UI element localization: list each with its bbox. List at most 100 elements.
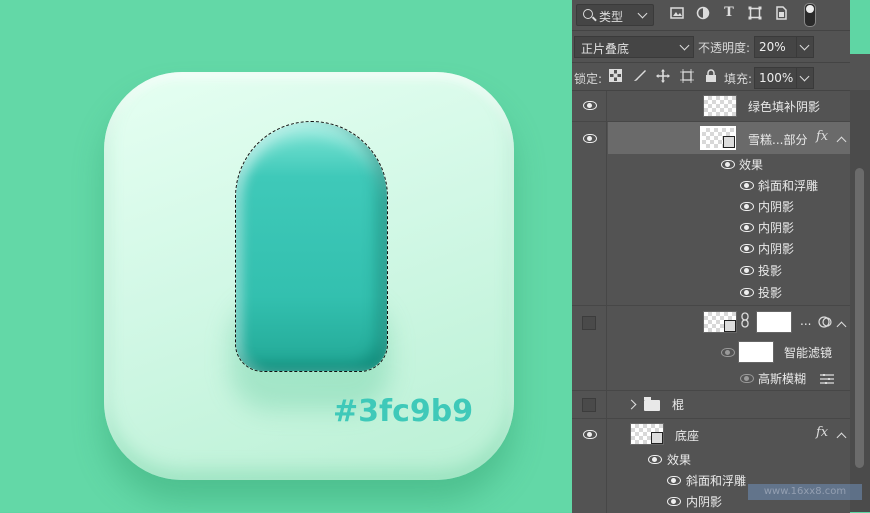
eye-icon[interactable]	[667, 476, 681, 485]
eye-icon[interactable]	[740, 374, 754, 383]
filter-blending-options-icon[interactable]	[820, 373, 834, 387]
effect-name: 投影	[758, 286, 783, 300]
document-canvas[interactable]: #3fc9b9	[0, 0, 572, 512]
effect-name: 投影	[758, 264, 783, 278]
opacity-label: 不透明度:	[698, 41, 751, 55]
layer-row[interactable]: 雪糕...部分 fx	[572, 122, 850, 154]
layers-scrollbar[interactable]	[850, 90, 870, 512]
layer-row[interactable]: 底座 fx	[572, 419, 850, 449]
chevron-down-icon	[799, 40, 810, 51]
lock-artboard-icon[interactable]	[680, 69, 694, 83]
smart-filter-label: 智能滤镜	[784, 346, 833, 360]
effect-row[interactable]: 斜面和浮雕	[572, 175, 850, 195]
effect-name: 斜面和浮雕	[686, 474, 747, 488]
effect-row[interactable]: 投影	[572, 260, 850, 280]
layer-filter-bar: 类型 T	[572, 0, 850, 30]
eye-icon[interactable]	[721, 160, 735, 169]
layer-name: 底座	[675, 429, 700, 443]
eye-icon[interactable]	[740, 202, 754, 211]
effects-label: 效果	[739, 158, 764, 172]
filter-mask-thumbnail[interactable]	[738, 341, 774, 363]
layers-panel: 类型 T 正片叠底 不透明度: 20% 锁定: 填充: 100% 绿色填补阴影 …	[572, 0, 870, 513]
lock-brush-icon[interactable]	[632, 69, 646, 83]
layer-name: 绿色填补阴影	[748, 100, 821, 114]
layer-thumbnail	[703, 95, 737, 117]
opacity-input[interactable]: 20%	[754, 36, 798, 58]
fx-icon[interactable]: fx	[816, 129, 828, 144]
collapse-effects-icon[interactable]	[836, 432, 847, 443]
watermark: www.16xx8.com	[748, 484, 862, 500]
effect-name: 内阴影	[686, 495, 723, 509]
layer-mask-thumbnail[interactable]	[756, 311, 792, 333]
folder-icon	[644, 397, 660, 411]
visibility-toggle[interactable]	[582, 316, 596, 330]
effect-row[interactable]: 内阴影	[572, 238, 850, 258]
lock-all-icon[interactable]	[704, 69, 718, 83]
eye-icon[interactable]	[740, 244, 754, 253]
effect-row[interactable]: 投影	[572, 282, 850, 302]
eye-icon[interactable]	[667, 497, 681, 506]
fill-label: 填充:	[724, 72, 753, 86]
chevron-down-icon	[679, 40, 690, 51]
eye-icon[interactable]	[740, 288, 754, 297]
eye-icon[interactable]	[740, 266, 754, 275]
opacity-dropdown-button[interactable]	[796, 36, 814, 58]
eye-icon[interactable]	[740, 223, 754, 232]
smart-filter-row[interactable]: 智能滤镜	[572, 339, 850, 365]
shape-filter-icon[interactable]	[748, 6, 762, 20]
filter-kind-select[interactable]: 类型	[576, 4, 654, 26]
effects-row[interactable]: 效果	[572, 154, 850, 174]
lock-move-icon[interactable]	[656, 69, 670, 83]
type-filter-icon[interactable]: T	[722, 6, 736, 20]
effect-name: 内阴影	[758, 221, 795, 235]
visibility-toggle[interactable]	[582, 398, 596, 412]
eye-icon[interactable]	[721, 348, 735, 357]
fill-dropdown-button[interactable]	[796, 67, 814, 89]
chevron-right-icon[interactable]	[626, 399, 637, 410]
layer-row[interactable]: ...	[572, 306, 850, 338]
filter-row[interactable]: 高斯模糊	[572, 367, 850, 389]
search-icon	[583, 9, 593, 19]
lock-label: 锁定:	[574, 72, 603, 86]
smartobject-badge-icon	[724, 320, 736, 332]
lock-bar: 锁定: 填充: 100%	[572, 62, 850, 91]
link-icon[interactable]	[741, 312, 749, 332]
collapse-filters-icon[interactable]	[836, 321, 847, 332]
image-filter-icon[interactable]	[670, 6, 684, 20]
filter-name: 高斯模糊	[758, 372, 807, 386]
eye-icon[interactable]	[740, 181, 754, 190]
lock-pixels-icon[interactable]	[608, 69, 622, 83]
canvas-edge-strip	[850, 0, 870, 54]
effects-row[interactable]: 效果	[572, 449, 850, 469]
smartobject-options-icon[interactable]	[818, 316, 832, 331]
eye-icon[interactable]	[583, 101, 597, 110]
group-name: 棍	[672, 398, 685, 412]
color-hex-label: #3fc9b9	[333, 394, 474, 429]
effect-name: 内阴影	[758, 242, 795, 256]
effect-row[interactable]: 内阴影	[572, 217, 850, 237]
eye-icon[interactable]	[583, 430, 597, 439]
layers-list: 绿色填补阴影 雪糕...部分 fx 效果 斜面和浮雕 内阴影 内阴影 内阴影 投…	[572, 90, 850, 513]
fx-icon[interactable]: fx	[816, 425, 828, 440]
adjustment-filter-icon[interactable]	[696, 6, 710, 20]
chevron-down-icon	[637, 8, 648, 19]
eye-icon[interactable]	[583, 134, 597, 143]
effect-name: 内阴影	[758, 200, 795, 214]
blend-mode-select[interactable]: 正片叠底	[574, 36, 694, 58]
shape-badge-icon	[723, 136, 735, 148]
collapse-effects-icon[interactable]	[836, 136, 847, 147]
smartobject-filter-icon[interactable]	[774, 6, 788, 20]
eye-icon[interactable]	[648, 455, 662, 464]
scrollbar-thumb[interactable]	[855, 168, 864, 468]
group-row[interactable]: 棍	[572, 391, 850, 417]
selection-marquee	[235, 121, 388, 372]
effect-row[interactable]: 内阴影	[572, 196, 850, 216]
layer-row[interactable]: 绿色填补阴影	[572, 91, 850, 121]
layer-name: 雪糕...部分	[748, 133, 808, 147]
chevron-down-icon	[799, 71, 810, 82]
filter-toggle-icon[interactable]	[804, 3, 816, 27]
blend-opacity-bar: 正片叠底 不透明度: 20%	[572, 30, 850, 63]
layer-name: ...	[800, 314, 812, 328]
fill-input[interactable]: 100%	[754, 67, 798, 89]
effect-name: 斜面和浮雕	[758, 179, 819, 193]
